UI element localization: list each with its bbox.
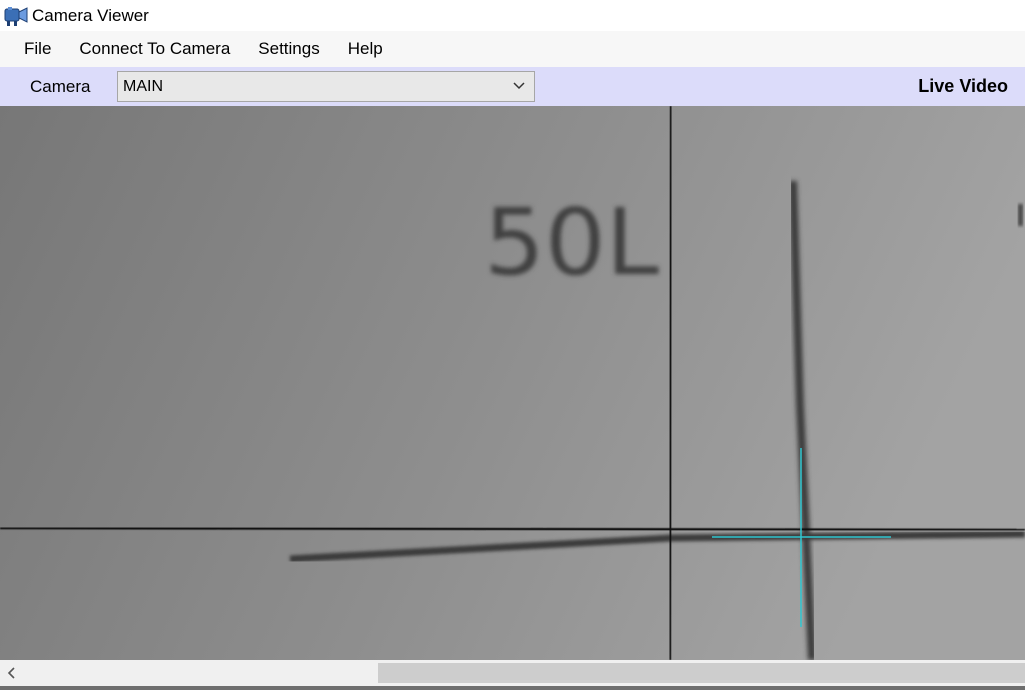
scrollbar-thumb[interactable] [378,663,1025,683]
camera-select-value: MAIN [123,77,163,95]
menu-connect-to-camera[interactable]: Connect To Camera [65,31,244,67]
horizontal-scrollbar[interactable] [0,660,1025,686]
live-video-label: Live Video [918,76,1008,96]
edge-mark [1018,204,1023,226]
overlay-vertical-line [668,106,673,660]
status-strip [0,686,1025,690]
chevron-down-icon [512,78,526,96]
camera-viewer-app-icon [3,5,29,27]
video-overlay-text: 50L [484,189,659,296]
menu-file[interactable]: File [0,31,65,67]
title-bar: Camera Viewer [0,0,1025,31]
camera-toolbar: Camera MAIN Live Video [0,67,1025,106]
menu-settings[interactable]: Settings [244,31,333,67]
video-viewport[interactable]: 50L [0,106,1025,660]
camera-select[interactable]: MAIN [117,71,535,102]
window-title: Camera Viewer [32,5,149,25]
camera-viewer-window: Camera Viewer File Connect To Camera Set… [0,0,1025,690]
camera-label: Camera [30,76,91,96]
menu-bar: File Connect To Camera Settings Help [0,31,1025,67]
chevron-left-icon[interactable] [0,660,24,686]
menu-help[interactable]: Help [334,31,397,67]
